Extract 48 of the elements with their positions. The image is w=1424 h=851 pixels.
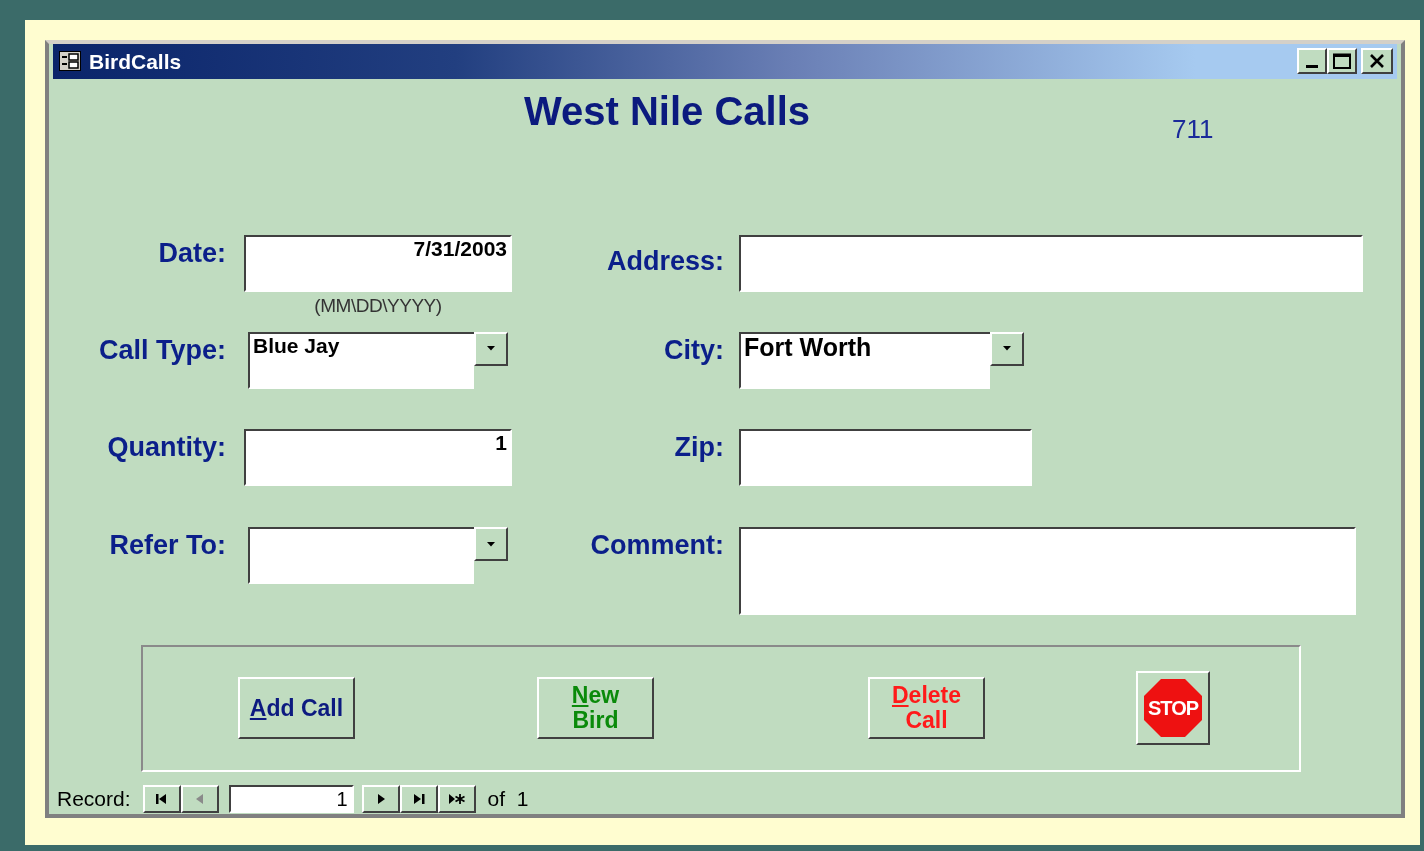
input-field[interactable]: 7/31/2003 — [244, 235, 512, 293]
dropdown-field[interactable]: Blue Jay — [248, 331, 508, 389]
record-nav-button[interactable] — [437, 785, 476, 813]
date-format-hint: (MM\DD\YYYY) — [314, 296, 442, 316]
close-icon — [1369, 54, 1385, 69]
close-button[interactable] — [1361, 48, 1393, 75]
field-label: City: — [664, 333, 724, 367]
field-value: 7/31/2003 — [413, 237, 507, 260]
record-label: Record: — [57, 786, 131, 813]
record-nav-button[interactable] — [142, 785, 181, 813]
window-title: BirdCalls — [89, 48, 182, 75]
dropdown-button[interactable] — [474, 331, 508, 366]
field-label: Quantity: — [107, 431, 226, 465]
record-nav-button[interactable] — [399, 785, 438, 813]
caret-icon — [487, 346, 495, 352]
dropdown-button[interactable] — [474, 527, 508, 561]
field-label: Zip: — [674, 431, 724, 465]
minimize-icon — [1306, 65, 1318, 69]
dropdown-field[interactable] — [248, 527, 508, 584]
field-label: Comment: — [590, 529, 724, 562]
stop-button[interactable]: STOP — [1136, 671, 1210, 746]
new-record-icon — [447, 791, 466, 807]
minimize-button[interactable] — [1297, 48, 1327, 75]
record-number: 711 — [1172, 115, 1214, 142]
caret-icon — [487, 541, 495, 547]
input-field[interactable]: 1 — [244, 429, 512, 487]
field-label: Refer To: — [109, 529, 226, 562]
field-value: Blue Jay — [253, 333, 340, 356]
form-title: West Nile Calls — [524, 90, 811, 131]
dropdown-field[interactable]: Fort Worth — [739, 331, 1024, 389]
maximize-button[interactable] — [1327, 48, 1357, 75]
input-field[interactable] — [739, 429, 1032, 487]
last-record-icon — [411, 791, 427, 807]
field-value: Fort Worth — [744, 333, 872, 360]
field-label: Date: — [158, 237, 226, 271]
record-number-field[interactable]: 1 — [228, 785, 354, 813]
form-icon — [59, 51, 81, 72]
caret-icon — [1003, 346, 1011, 352]
dropdown-button[interactable] — [990, 331, 1024, 366]
input-field[interactable] — [739, 527, 1356, 615]
field-value: 1 — [495, 431, 507, 454]
record-nav-button[interactable] — [361, 785, 400, 813]
field-label: Address: — [606, 245, 724, 279]
maximize-icon — [1333, 53, 1351, 70]
field-label: Call Type: — [98, 333, 226, 367]
record-total: of 1 — [487, 786, 529, 813]
input-field[interactable] — [739, 235, 1363, 293]
form-button[interactable]: Add Call — [238, 677, 355, 740]
